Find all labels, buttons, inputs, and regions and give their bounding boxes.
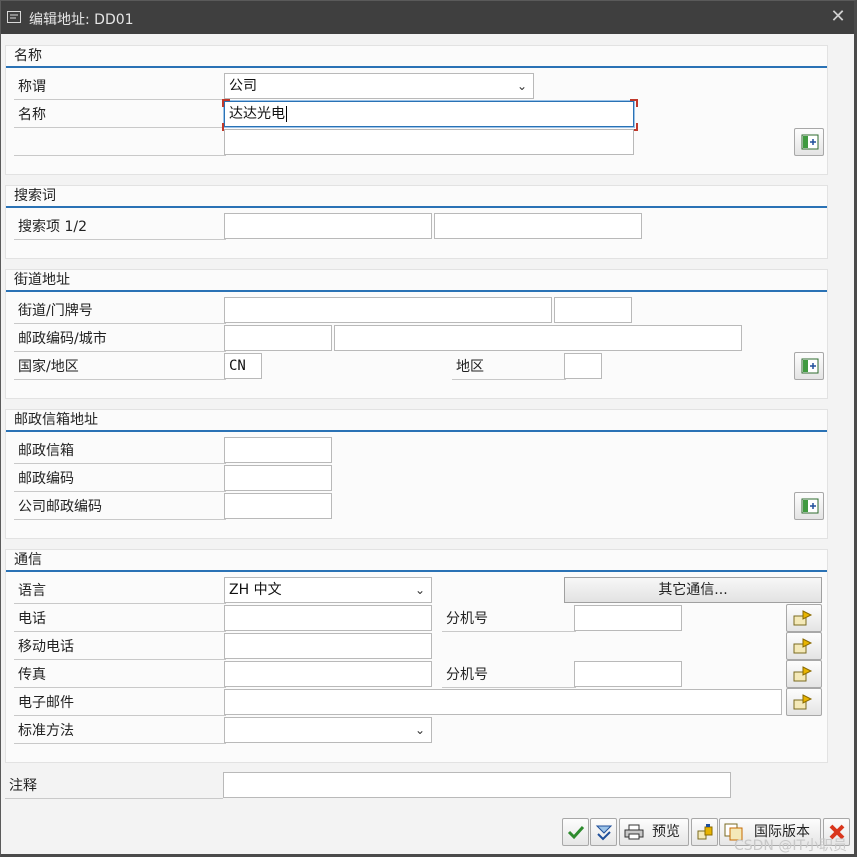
preview-button[interactable]: 预览 bbox=[619, 818, 689, 846]
expand-fields-icon bbox=[801, 498, 819, 514]
expand-street-button[interactable] bbox=[794, 352, 824, 380]
fax-label: 传真 bbox=[14, 662, 226, 688]
pobox-postal-field[interactable] bbox=[224, 465, 332, 491]
expand-fields-icon bbox=[801, 134, 819, 150]
address-versions-icon bbox=[697, 824, 713, 840]
company-postal-label: 公司邮政编码 bbox=[14, 494, 226, 520]
name-group: 名称 称谓 公司 ⌄ 名称 达达光电 bbox=[5, 45, 828, 175]
expand-name-button[interactable] bbox=[794, 128, 824, 156]
postal-city-label: 邮政编码/城市 bbox=[14, 326, 226, 352]
chevron-down-icon: ⌄ bbox=[414, 723, 425, 737]
fax-ext-label: 分机号 bbox=[442, 662, 576, 688]
language-label: 语言 bbox=[14, 578, 226, 604]
expand-pobox-button[interactable] bbox=[794, 492, 824, 520]
country-field[interactable]: CN bbox=[224, 353, 262, 379]
language-select[interactable]: ZH 中文 ⌄ bbox=[224, 577, 432, 603]
mobile-label: 移动电话 bbox=[14, 634, 226, 660]
email-label: 电子邮件 bbox=[14, 690, 226, 716]
group-divider bbox=[6, 206, 827, 208]
name-label: 名称 bbox=[14, 102, 226, 128]
group-divider bbox=[6, 430, 827, 432]
check-entries-icon bbox=[595, 825, 613, 841]
group-divider bbox=[6, 290, 827, 292]
phone-label: 电话 bbox=[14, 606, 226, 632]
salutation-select[interactable]: 公司 ⌄ bbox=[224, 73, 534, 99]
address-version-button[interactable] bbox=[691, 818, 718, 846]
country-label: 国家/地区 bbox=[14, 354, 226, 380]
phone-field[interactable] bbox=[224, 605, 432, 631]
chevron-down-icon: ⌄ bbox=[516, 79, 527, 93]
search-label: 搜索项 1/2 bbox=[14, 214, 226, 240]
preview-label: 预览 bbox=[652, 824, 680, 840]
salutation-label: 称谓 bbox=[14, 74, 226, 100]
search-term2-field[interactable] bbox=[434, 213, 642, 239]
multiple-entries-icon bbox=[793, 638, 813, 654]
mobile-more-button[interactable] bbox=[786, 632, 822, 660]
expand-fields-icon bbox=[801, 358, 819, 374]
phone-more-button[interactable] bbox=[786, 604, 822, 632]
postal-code-field[interactable] bbox=[224, 325, 332, 351]
mobile-field[interactable] bbox=[224, 633, 432, 659]
email-field[interactable] bbox=[224, 689, 782, 715]
salutation-value: 公司 bbox=[229, 78, 257, 94]
address-dialog: 编辑地址: DD01 ✕ 名称 称谓 公司 ⌄ 名称 达达光电 搜索词 搜索项 … bbox=[0, 0, 857, 857]
language-value: ZH 中文 bbox=[229, 582, 282, 598]
communication-group: 通信 语言 ZH 中文 ⌄ 其它通信... 电话 分机号 移动电话 传真 分机号… bbox=[5, 549, 828, 763]
street-group-header: 街道地址 bbox=[14, 272, 70, 288]
pobox-field[interactable] bbox=[224, 437, 332, 463]
pobox-group: 邮政信箱地址 邮政信箱 邮政编码 公司邮政编码 bbox=[5, 409, 828, 539]
search-term1-field[interactable] bbox=[224, 213, 432, 239]
name-field[interactable]: 达达光电 bbox=[224, 101, 634, 127]
fax-more-button[interactable] bbox=[786, 660, 822, 688]
phone-ext-field[interactable] bbox=[574, 605, 682, 631]
title-bar: 编辑地址: DD01 ✕ bbox=[1, 1, 854, 34]
region-field[interactable] bbox=[564, 353, 602, 379]
std-method-label: 标准方法 bbox=[14, 718, 226, 744]
checkmark-icon bbox=[567, 825, 585, 840]
house-number-field[interactable] bbox=[554, 297, 632, 323]
company-postal-field[interactable] bbox=[224, 493, 332, 519]
watermark: CSDN @IT小职员 bbox=[733, 838, 847, 854]
name-value: 达达光电 bbox=[229, 106, 285, 122]
name2-label bbox=[14, 130, 226, 156]
chevron-down-icon: ⌄ bbox=[414, 583, 425, 597]
street-group: 街道地址 街道/门牌号 邮政编码/城市 国家/地区 CN 地区 bbox=[5, 269, 828, 399]
window-title: 编辑地址: DD01 bbox=[29, 12, 134, 28]
pobox-label: 邮政信箱 bbox=[14, 438, 226, 464]
name2-field[interactable] bbox=[224, 129, 634, 155]
notes-field[interactable] bbox=[223, 772, 731, 798]
comm-group-header: 通信 bbox=[14, 552, 42, 568]
pobox-postal-label: 邮政编码 bbox=[14, 466, 226, 492]
phone-ext-label: 分机号 bbox=[442, 606, 576, 632]
fax-ext-field[interactable] bbox=[574, 661, 682, 687]
fax-field[interactable] bbox=[224, 661, 432, 687]
region-label: 地区 bbox=[452, 354, 566, 380]
multiple-entries-icon bbox=[793, 694, 813, 710]
city-field[interactable] bbox=[334, 325, 742, 351]
printer-icon bbox=[624, 824, 644, 840]
close-icon[interactable]: ✕ bbox=[828, 7, 848, 27]
street-field[interactable] bbox=[224, 297, 552, 323]
multiple-entries-icon bbox=[793, 666, 813, 682]
confirm-button[interactable] bbox=[562, 818, 589, 846]
other-communication-button[interactable]: 其它通信... bbox=[564, 577, 822, 603]
focus-corner bbox=[222, 99, 230, 107]
notes-label: 注释 bbox=[5, 773, 223, 799]
multiple-entries-icon bbox=[793, 610, 813, 626]
street-label: 街道/门牌号 bbox=[14, 298, 226, 324]
email-more-button[interactable] bbox=[786, 688, 822, 716]
group-divider bbox=[6, 570, 827, 572]
search-group-header: 搜索词 bbox=[14, 188, 56, 204]
pobox-group-header: 邮政信箱地址 bbox=[14, 412, 98, 428]
search-group: 搜索词 搜索项 1/2 bbox=[5, 185, 828, 259]
name-group-header: 名称 bbox=[14, 48, 42, 64]
window-menu-icon[interactable] bbox=[7, 11, 21, 23]
group-divider bbox=[6, 66, 827, 68]
check-button[interactable] bbox=[590, 818, 617, 846]
focus-corner bbox=[630, 99, 638, 107]
std-method-select[interactable]: ⌄ bbox=[224, 717, 432, 743]
text-cursor bbox=[286, 106, 287, 122]
